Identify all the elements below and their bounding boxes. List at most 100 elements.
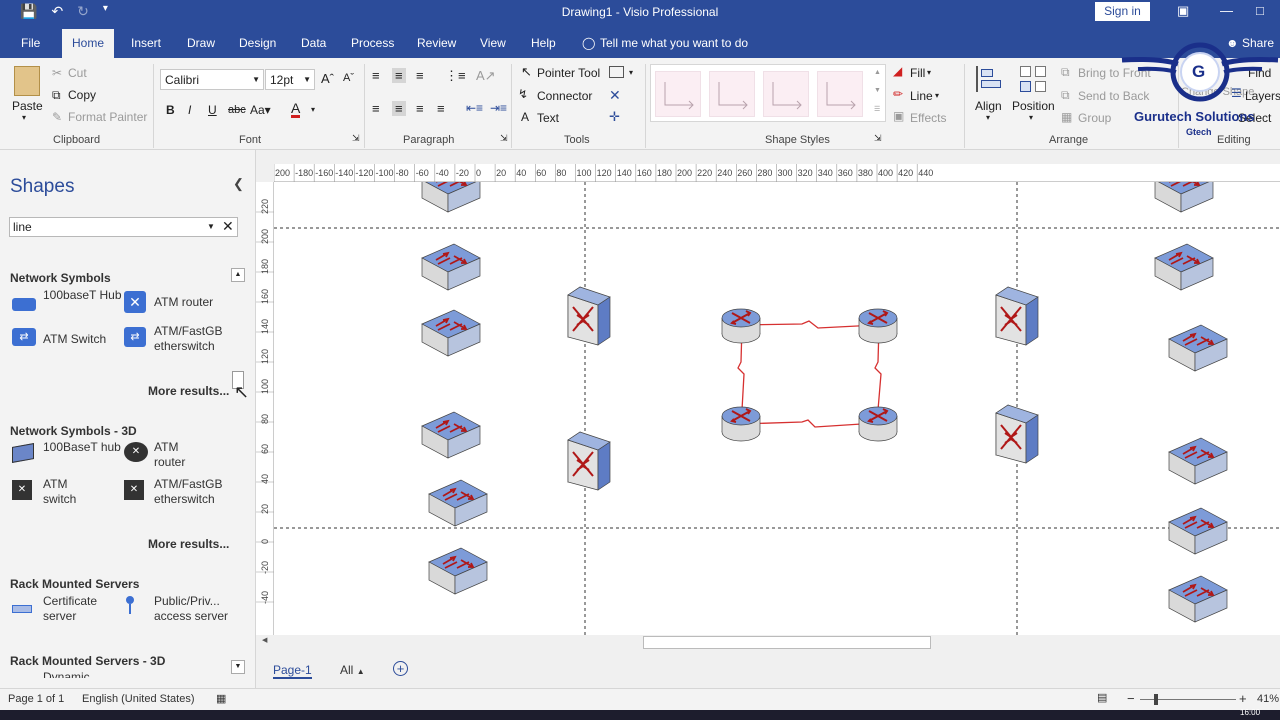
cut-button[interactable]: Cut [68, 66, 87, 80]
font-dialog-launcher-icon[interactable]: ⇲ [352, 133, 360, 144]
stencil-item[interactable]: Certificate server [43, 594, 123, 624]
group-button[interactable]: Group [1078, 111, 1111, 125]
ribbon-display-options-icon[interactable]: ▣ [1177, 3, 1189, 19]
connector-button[interactable]: Connector [537, 89, 592, 103]
stencil-item[interactable]: ATM router [154, 440, 204, 470]
tab-home[interactable]: Home [62, 29, 115, 58]
stencil-rack-mounted-servers-3d[interactable]: Rack Mounted Servers - 3D [10, 654, 165, 668]
gallery-down-icon[interactable]: ▼ [874, 87, 881, 94]
tab-design[interactable]: Design [239, 36, 276, 50]
stencil-item[interactable]: Public/Priv... access server [154, 594, 230, 624]
zoom-level[interactable]: 41% [1257, 693, 1279, 705]
align-bottom-icon[interactable]: ≡ [416, 68, 424, 83]
font-size-select[interactable]: 12pt ▼ [265, 69, 315, 90]
align-middle-icon[interactable]: ≡ [392, 68, 406, 83]
hub-3d-icon[interactable] [12, 443, 38, 465]
style-swatch[interactable] [763, 71, 809, 117]
maximize-icon[interactable]: □ [1256, 3, 1264, 18]
stencil-item[interactable]: ATM Switch [43, 332, 123, 347]
zoom-out-icon[interactable]: − [1127, 691, 1135, 706]
switch-icon[interactable]: ⇄ [12, 328, 38, 348]
align-top-icon[interactable]: ≡ [372, 68, 380, 83]
tell-me-search[interactable]: Tell me what you want to do [600, 36, 748, 50]
style-swatch[interactable] [655, 71, 701, 117]
text-direction-icon[interactable]: A↗ [476, 68, 496, 84]
stencil-network-symbols[interactable]: Network Symbols [10, 271, 111, 285]
format-painter-button[interactable]: Format Painter [68, 110, 147, 124]
style-swatch[interactable] [817, 71, 863, 117]
scroll-thumb[interactable] [643, 636, 931, 649]
tab-help[interactable]: Help [531, 36, 556, 50]
align-dropdown-icon[interactable]: ▾ [986, 113, 990, 122]
align-left-icon[interactable]: ≡ [372, 101, 380, 116]
tab-insert[interactable]: Insert [131, 36, 161, 50]
etherswitch-icon[interactable]: ⇄ [124, 327, 150, 347]
tab-view[interactable]: View [480, 36, 506, 50]
sign-in-button[interactable]: Sign in [1095, 2, 1150, 21]
connection-point-icon[interactable]: ✛ [609, 109, 620, 125]
search-dropdown-icon[interactable]: ▼ [207, 222, 215, 231]
paragraph-dialog-launcher-icon[interactable]: ⇲ [500, 133, 508, 144]
tab-data[interactable]: Data [301, 36, 326, 50]
style-swatch[interactable] [709, 71, 755, 117]
align-right-icon[interactable]: ≡ [416, 101, 424, 116]
rectangle-icon[interactable] [609, 66, 624, 78]
copy-button[interactable]: Copy [68, 88, 96, 102]
certificate-server-icon[interactable] [12, 599, 38, 619]
shape-dropdown-icon[interactable]: ▾ [629, 68, 633, 77]
presentation-mode-icon[interactable]: ▤ [1097, 691, 1107, 704]
bullets-icon[interactable]: ⋮≡ [445, 68, 466, 84]
add-page-icon[interactable]: + [393, 661, 408, 676]
grow-font-icon[interactable]: Aˆ [321, 71, 334, 86]
more-results-link[interactable]: More results... [148, 384, 229, 398]
shape-styles-dialog-launcher-icon[interactable]: ⇲ [874, 133, 882, 144]
tab-file[interactable]: File [21, 36, 40, 50]
page-tab-page-1[interactable]: Page-1 [273, 663, 312, 679]
stencil-network-symbols-3d[interactable]: Network Symbols - 3D [10, 424, 137, 438]
fill-dropdown-icon[interactable]: ▾ [927, 68, 931, 77]
collapse-pane-icon[interactable]: ❮ [233, 176, 244, 192]
paste-dropdown-icon[interactable]: ▾ [22, 113, 26, 122]
switch-3d-icon[interactable]: ✕ [12, 480, 38, 500]
pointer-tool-button[interactable]: Pointer Tool [537, 66, 600, 80]
zoom-slider-thumb[interactable] [1154, 694, 1158, 705]
stencil-item[interactable]: Dynamic [43, 670, 123, 678]
change-case-icon[interactable]: Aa▾ [250, 103, 271, 117]
stencil-item[interactable]: ATM router [154, 295, 234, 310]
stencil-rack-mounted-servers[interactable]: Rack Mounted Servers [10, 577, 139, 591]
align-center-icon[interactable]: ≡ [392, 101, 406, 116]
clear-search-icon[interactable]: ✕ [222, 218, 234, 235]
language-indicator[interactable]: English (United States) [82, 693, 195, 705]
position-button[interactable]: Position [1012, 99, 1055, 113]
close-x-icon[interactable]: ✕ [609, 87, 621, 104]
router-3d-icon[interactable]: ✕ [124, 442, 150, 462]
justify-icon[interactable]: ≡ [437, 101, 445, 116]
font-family-select[interactable]: Calibri ▼ [160, 69, 264, 90]
hub-icon[interactable] [12, 293, 38, 313]
gallery-up-icon[interactable]: ▲ [874, 69, 881, 76]
all-pages-button[interactable]: All ▲ [340, 663, 365, 677]
etherswitch-3d-icon[interactable]: ✕ [124, 480, 150, 500]
paste-button[interactable]: Paste [12, 99, 43, 113]
stencil-item[interactable]: 100baseT Hub [43, 288, 123, 303]
fill-button[interactable]: Fill [910, 66, 925, 80]
line-dropdown-icon[interactable]: ▾ [935, 91, 939, 100]
underline-icon[interactable]: U [208, 103, 217, 117]
shrink-font-icon[interactable]: Aˇ [343, 72, 354, 84]
access-server-icon[interactable] [124, 596, 150, 616]
strikethrough-icon[interactable]: abc [228, 104, 246, 116]
paste-icon[interactable] [14, 66, 40, 96]
zoom-in-icon[interactable]: + [1239, 691, 1247, 706]
stencil-item[interactable]: ATM switch [43, 477, 93, 507]
text-tool-button[interactable]: Text [537, 111, 559, 125]
bold-icon[interactable]: B [166, 103, 175, 117]
macro-record-icon[interactable]: ▦ [216, 692, 226, 705]
stencil-item[interactable]: ATM/FastGB etherswitch [154, 324, 228, 354]
page-count[interactable]: Page 1 of 1 [8, 693, 64, 705]
tab-review[interactable]: Review [417, 36, 456, 50]
line-button[interactable]: Line [910, 89, 933, 103]
shapes-scrollbar[interactable] [231, 283, 245, 659]
increase-indent-icon[interactable]: ⇥≡ [490, 101, 507, 115]
effects-button[interactable]: Effects [910, 111, 946, 125]
minimize-icon[interactable]: — [1220, 3, 1233, 18]
